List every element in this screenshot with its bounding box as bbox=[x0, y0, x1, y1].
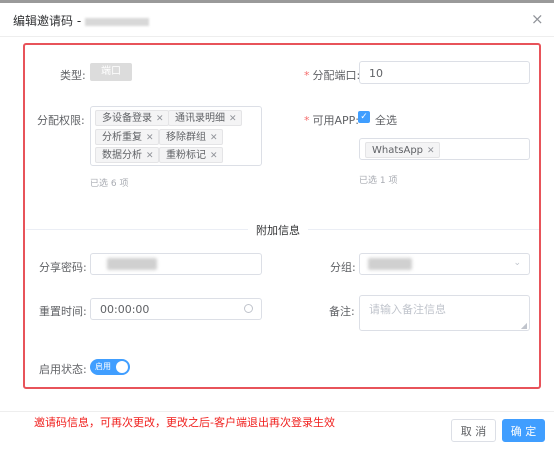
perm-tag-label: 数据分析 bbox=[102, 150, 142, 161]
select-all-label[interactable]: 全选 bbox=[375, 112, 397, 128]
perm-tag-label: 移除群组 bbox=[166, 132, 206, 143]
type-tag: 端口 bbox=[90, 63, 132, 81]
perm-tag: 分析重复 ✕ bbox=[95, 129, 159, 145]
resize-handle-icon[interactable]: ◢ bbox=[521, 321, 527, 330]
ports-input[interactable]: 10 bbox=[359, 61, 530, 84]
tag-close-icon[interactable]: ✕ bbox=[210, 151, 218, 161]
share-pwd-label: 分享密码: bbox=[39, 261, 87, 274]
tag-close-icon[interactable]: ✕ bbox=[210, 133, 218, 143]
reset-time-input[interactable]: 00:00:00 bbox=[90, 298, 262, 320]
enable-switch-text: 启用 bbox=[95, 362, 111, 371]
perm-tag: 多设备登录 ✕ bbox=[95, 110, 169, 126]
group-label: 分组: bbox=[330, 261, 356, 274]
close-icon[interactable]: × bbox=[531, 12, 544, 27]
perm-hint: 已选 6 项 bbox=[90, 179, 129, 189]
header-divider bbox=[0, 36, 554, 37]
share-pwd-input[interactable] bbox=[90, 253, 262, 275]
tag-close-icon[interactable]: ✕ bbox=[156, 114, 164, 124]
select-all-checkbox[interactable]: ✓ bbox=[358, 111, 370, 123]
cancel-button[interactable]: 取 消 bbox=[451, 419, 496, 442]
tag-close-icon[interactable]: ✕ bbox=[146, 151, 154, 161]
enable-switch[interactable]: 启用 bbox=[90, 359, 130, 375]
group-select[interactable]: ⌄ bbox=[359, 253, 530, 275]
perm-tag-label: 通讯录明细 bbox=[175, 113, 225, 124]
footer-divider bbox=[0, 411, 554, 412]
chevron-down-icon: ⌄ bbox=[513, 258, 521, 268]
remark-placeholder: 请输入备注信息 bbox=[369, 303, 446, 316]
apps-label-text: 可用APP: bbox=[312, 114, 360, 127]
apps-select[interactable]: WhatsApp ✕ bbox=[359, 138, 530, 160]
tag-close-icon[interactable]: ✕ bbox=[427, 146, 435, 156]
switch-knob bbox=[116, 361, 128, 373]
app-tag: WhatsApp ✕ bbox=[365, 142, 440, 158]
ports-label: * 分配端口: bbox=[304, 67, 360, 83]
dialog-title-text: 编辑邀请码 - bbox=[13, 14, 82, 28]
clock-icon bbox=[244, 304, 253, 313]
redacted-group bbox=[368, 258, 412, 270]
perm-tag: 移除群组 ✕ bbox=[159, 129, 223, 145]
reset-time-value: 00:00:00 bbox=[100, 303, 150, 316]
redacted-code bbox=[85, 17, 150, 26]
required-mark: * bbox=[304, 69, 310, 82]
annotation-frame bbox=[23, 43, 541, 389]
redacted-password bbox=[107, 258, 157, 270]
window-top-edge bbox=[0, 0, 554, 3]
apps-label: * 可用APP: bbox=[304, 112, 359, 128]
perm-tag: 重粉标记 ✕ bbox=[159, 147, 223, 163]
ports-input-value: 10 bbox=[369, 67, 383, 80]
dialog-title: 编辑邀请码 - bbox=[13, 12, 150, 29]
required-mark: * bbox=[304, 114, 310, 127]
perm-label: 分配权限: bbox=[37, 114, 85, 127]
perm-tag-label: 分析重复 bbox=[102, 132, 142, 143]
remark-textarea[interactable]: 请输入备注信息 ◢ bbox=[359, 295, 530, 331]
ports-label-text: 分配端口: bbox=[312, 69, 361, 82]
perm-select[interactable]: 多设备登录 ✕ 通讯录明细 ✕ 分析重复 ✕ 移除群组 ✕ 数据分析 ✕ 重粉标记 ✕ bbox=[90, 106, 262, 166]
perm-tag: 通讯录明细 ✕ bbox=[168, 110, 242, 126]
type-label: 类型: bbox=[60, 69, 86, 82]
tag-close-icon[interactable]: ✕ bbox=[146, 133, 154, 143]
perm-tag: 数据分析 ✕ bbox=[95, 147, 159, 163]
perm-tag-label: 重粉标记 bbox=[166, 150, 206, 161]
app-tag-label: WhatsApp bbox=[372, 145, 424, 156]
apps-hint: 已选 1 项 bbox=[359, 176, 398, 186]
annotation-note: 邀请码信息，可再次更改，更改之后-客户端退出再次登录生效 bbox=[34, 416, 335, 429]
confirm-button[interactable]: 确 定 bbox=[502, 419, 545, 442]
perm-tag-label: 多设备登录 bbox=[102, 113, 152, 124]
tag-close-icon[interactable]: ✕ bbox=[229, 114, 237, 124]
remark-label: 备注: bbox=[329, 305, 355, 318]
reset-time-label: 重置时间: bbox=[39, 305, 87, 318]
section-title: 附加信息 bbox=[248, 222, 308, 238]
enable-label: 启用状态: bbox=[39, 363, 87, 376]
